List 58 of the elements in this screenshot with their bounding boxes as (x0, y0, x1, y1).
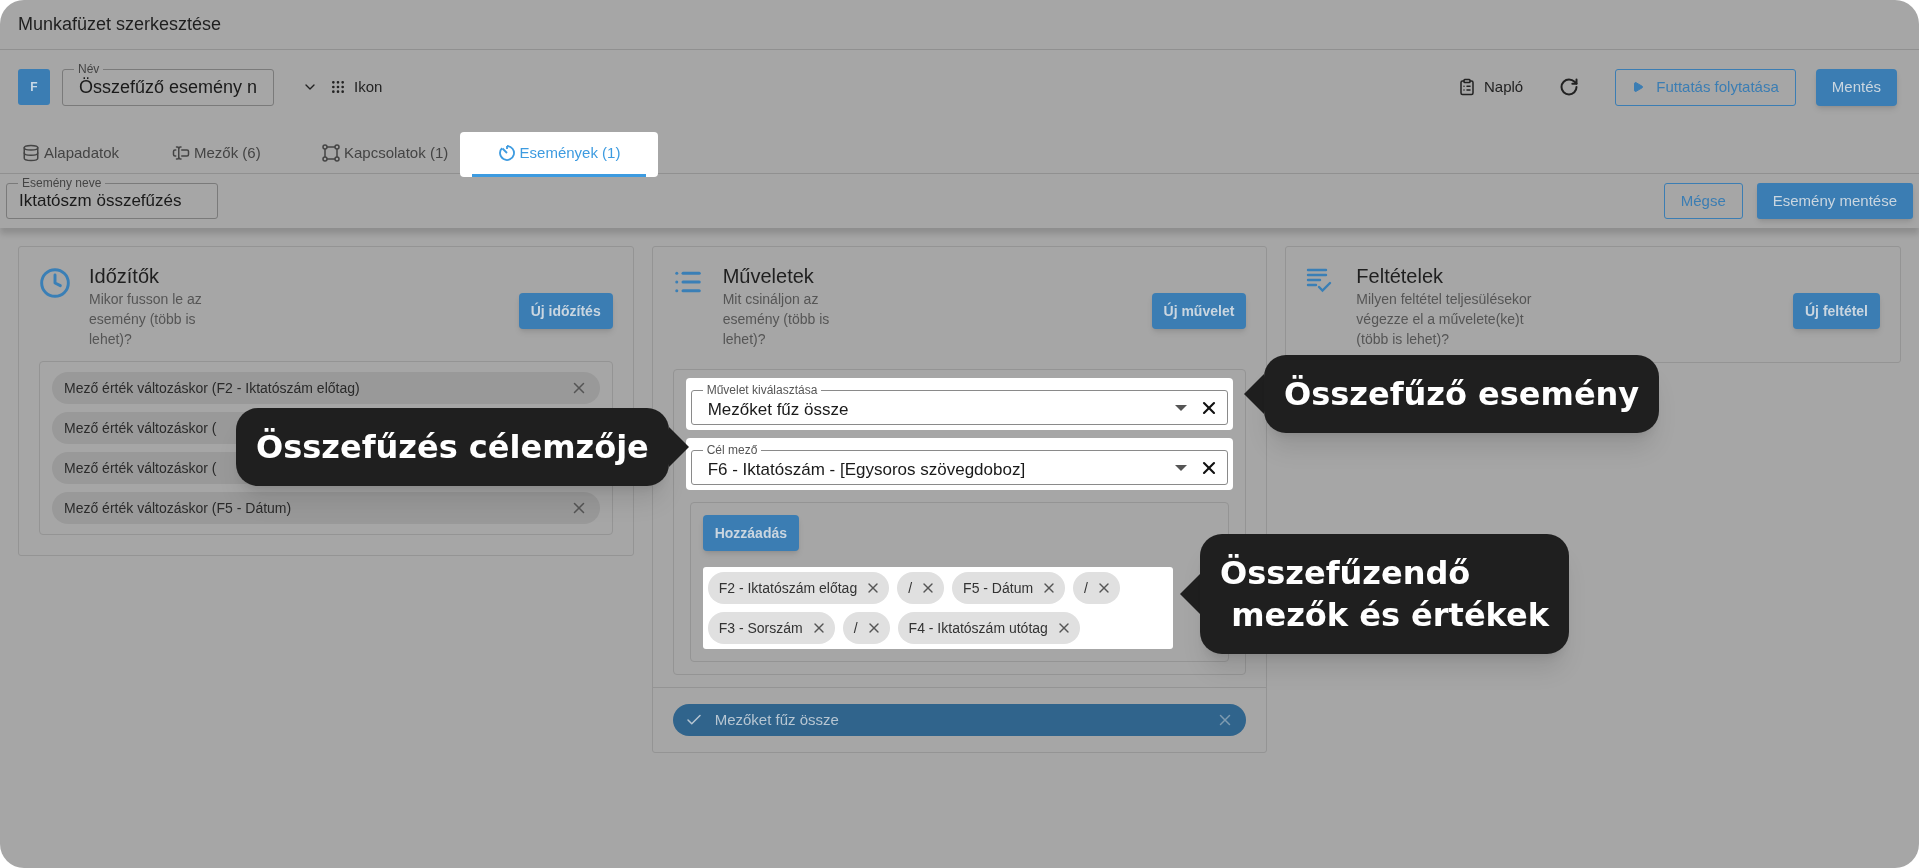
chip-label: Mező érték változáskor (F5 - Dátum) (64, 498, 293, 518)
icon-picker-label[interactable]: Ikon (354, 75, 383, 99)
save-event-button[interactable]: Esemény mentése (1756, 183, 1913, 219)
dropdown-caret-icon (1175, 404, 1188, 411)
pointer-arrow (668, 427, 689, 467)
chip-label: Mező érték változáskor ( (64, 458, 218, 478)
add-button[interactable]: Hozzáadás (702, 515, 800, 551)
checklist-icon (1306, 267, 1333, 293)
trigger-chip[interactable]: Mező érték változáskor (F5 - Dátum) (52, 492, 600, 524)
clock-icon (39, 267, 71, 299)
new-button[interactable]: Új időzítés (518, 293, 613, 329)
panel-description: Mikor fusson le az esemény (több is lehet)? (89, 290, 203, 349)
annotation-tooltip: Összefűzendő mezők és értékek (1200, 534, 1569, 654)
save-button[interactable]: Mentés (1815, 68, 1897, 106)
pointer-arrow (1244, 374, 1264, 414)
log-link[interactable]: Napló (1484, 75, 1524, 99)
nodes-icon (322, 144, 340, 162)
pointer-arrow (1180, 574, 1200, 614)
text-field-icon (172, 144, 190, 162)
action-chip[interactable]: Mezőket fűz össze (672, 704, 1247, 736)
clipboard-icon[interactable] (1458, 78, 1476, 96)
timer-icon (497, 144, 516, 162)
tag-chip[interactable]: / (1073, 572, 1120, 604)
window-title: Munkafüzet szerkesztése (18, 13, 222, 36)
trigger-chip[interactable]: Mező érték változáskor (F2 - Iktatószám előtag) (52, 372, 600, 404)
tab[interactable]: Alapadatok (10, 132, 160, 177)
panel-title: Műveletek (722, 264, 815, 289)
field-value: Összefűző esemény n (79, 75, 258, 99)
field-label: Név (74, 61, 104, 76)
field-label: Művelet kiválasztása (702, 383, 822, 397)
tag-chip[interactable]: / (842, 612, 890, 644)
panel-description: Mit csináljon az esemény (több is lehet)? (722, 290, 831, 349)
tag-chip[interactable]: F2 - Iktatószám előtag (707, 572, 890, 604)
tab[interactable]: Kapcsolatok (1) (310, 132, 460, 177)
chip-label: Mező érték változáskor (F2 - Iktatószám előtag) (64, 378, 361, 398)
tag-chip[interactable]: / (897, 572, 945, 604)
field-label: Cél mező (702, 443, 762, 457)
new-button[interactable]: Új feltétel (1793, 293, 1880, 329)
new-button[interactable]: Új művelet (1151, 293, 1247, 329)
dropdown-caret-icon (1175, 464, 1188, 471)
action-label: Mezőket fűz össze (714, 709, 840, 730)
tag-chip[interactable]: F5 - Dátum (952, 572, 1066, 604)
tag-chip[interactable]: F3 - Sorszám (707, 612, 835, 644)
play-icon (1632, 81, 1645, 93)
database-icon (22, 144, 40, 162)
refresh-icon[interactable] (1559, 77, 1580, 97)
panel-title: Időzítők (89, 264, 161, 289)
field-value: F6 - Iktatószám - [Egysoros szövegdoboz] (707, 458, 1027, 481)
grid-icon[interactable] (330, 79, 346, 95)
avatar: F (18, 69, 50, 105)
panel-description: Milyen feltétel teljesülésekor végezze el a művelete(ke)t (több is lehet)? (1356, 290, 1533, 349)
tag-chip[interactable]: F4 - Iktatószám utótag (897, 612, 1080, 644)
field-value: Mezőket fűz össze (707, 398, 850, 421)
tab[interactable]: Mezők (6) (160, 132, 310, 177)
chip-label: Mező érték változáskor ( (64, 418, 218, 438)
field-value: Iktatószm összefűzés (19, 190, 182, 213)
panel-title: Feltételek (1356, 264, 1445, 289)
field-label: Esemény neve (18, 176, 106, 190)
